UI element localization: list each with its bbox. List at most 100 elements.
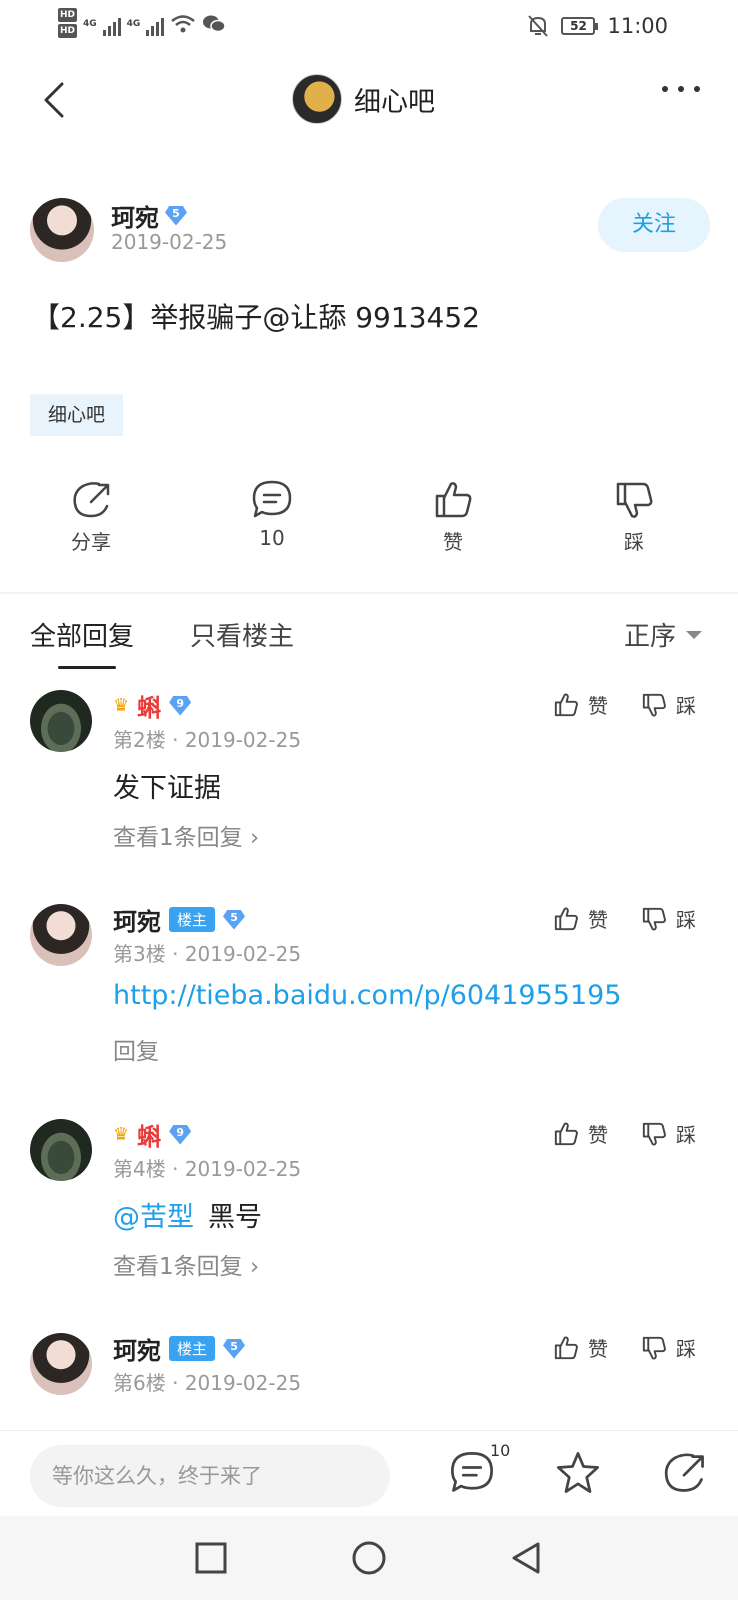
chevron-right-icon: › bbox=[249, 1254, 260, 1280]
system-nav-bar bbox=[0, 1516, 738, 1600]
chevron-right-icon: › bbox=[249, 825, 260, 851]
reply-like-button[interactable]: 赞 bbox=[552, 904, 608, 933]
dislike-button[interactable]: 踩 bbox=[589, 478, 679, 555]
reply-dislike-button[interactable]: 踩 bbox=[640, 1333, 696, 1362]
post-action-bar: 分享 10 赞 踩 bbox=[0, 478, 738, 558]
reply-name-row[interactable]: 珂宛 楼主 5 bbox=[113, 1331, 246, 1366]
post-date: 2019-02-25 bbox=[111, 230, 228, 254]
reply-avatar[interactable] bbox=[30, 1119, 92, 1181]
reply-dislike-label: 踩 bbox=[676, 1123, 696, 1147]
reply-avatar[interactable] bbox=[30, 904, 92, 966]
forum-avatar bbox=[292, 74, 342, 124]
share-icon[interactable] bbox=[660, 1449, 708, 1497]
reply-like-button[interactable]: 赞 bbox=[552, 690, 608, 719]
reply-dislike-label: 踩 bbox=[676, 1337, 696, 1361]
reply-like-label: 赞 bbox=[588, 694, 608, 718]
thumbs-up-icon bbox=[554, 1336, 578, 1359]
author-avatar[interactable] bbox=[30, 198, 94, 262]
hd2-label: HD bbox=[58, 24, 78, 38]
section-divider bbox=[0, 592, 738, 594]
back-triangle-icon[interactable] bbox=[506, 1538, 546, 1578]
sub-reply-label: 查看1条回复 bbox=[113, 825, 243, 851]
more-options-icon[interactable] bbox=[662, 86, 700, 92]
follow-button[interactable]: 关注 bbox=[598, 198, 710, 252]
comment-button[interactable]: 10 bbox=[227, 478, 317, 550]
reply-like-button[interactable]: 赞 bbox=[552, 1333, 608, 1362]
reply-item: 珂宛 楼主 5 第3楼 · 2019-02-25 http://tieba.ba… bbox=[30, 902, 710, 1082]
reply-meta: 第2楼 · 2019-02-25 bbox=[113, 728, 302, 752]
reply-link[interactable]: http://tieba.baidu.com/p/6041955195 bbox=[113, 980, 621, 1011]
comment-icon bbox=[252, 480, 292, 518]
view-sub-replies-link[interactable]: 查看1条回复 › bbox=[113, 818, 259, 852]
reply-like-button[interactable]: 赞 bbox=[552, 1119, 608, 1148]
home-circle-icon[interactable] bbox=[349, 1538, 389, 1578]
share-label: 分享 bbox=[71, 530, 111, 554]
bottom-reply-bar: 10 bbox=[0, 1430, 738, 1516]
reply-input[interactable] bbox=[30, 1445, 390, 1507]
recents-square-icon[interactable] bbox=[191, 1538, 231, 1578]
crown-icon: ♛ bbox=[113, 1124, 130, 1145]
level-diamond-icon: 9 bbox=[169, 695, 192, 716]
mention-link[interactable]: @苦型 bbox=[113, 1202, 194, 1233]
thumbs-up-icon bbox=[554, 907, 578, 930]
reply-item: ♛ 蝌 9 第2楼 · 2019-02-25 发下证据 查看1条回复 › 赞 踩 bbox=[30, 688, 710, 868]
wifi-icon bbox=[171, 15, 196, 33]
reply-action-link[interactable]: 回复 bbox=[113, 1032, 159, 1066]
sort-dropdown[interactable]: 正序 bbox=[624, 616, 702, 653]
author-name: 珂宛 bbox=[111, 204, 159, 232]
reply-floor: 第6楼 bbox=[113, 1371, 166, 1395]
like-label: 赞 bbox=[443, 530, 463, 554]
wechat-icon bbox=[203, 15, 227, 33]
hd-indicator: HD HD bbox=[58, 8, 78, 40]
sort-label: 正序 bbox=[623, 622, 676, 652]
reply-dislike-button[interactable]: 踩 bbox=[640, 1119, 696, 1148]
reply-item: ♛ 蝌 9 第4楼 · 2019-02-25 @苦型 黑号 查看1条回复 › 赞 … bbox=[30, 1117, 710, 1297]
reply-date: 2019-02-25 bbox=[184, 728, 302, 752]
reply-avatar[interactable] bbox=[30, 1333, 92, 1395]
comment-count: 10 bbox=[259, 526, 285, 550]
comment-count-badge: 10 bbox=[490, 1441, 511, 1460]
forum-title: 细心吧 bbox=[354, 86, 435, 118]
network-type-1: 4G bbox=[83, 19, 97, 29]
reply-dislike-label: 踩 bbox=[676, 694, 696, 718]
share-button[interactable]: 分享 bbox=[46, 478, 136, 555]
reply-author: 蝌 bbox=[137, 694, 162, 722]
reply-author: 珂宛 bbox=[113, 908, 161, 936]
reply-name-row[interactable]: ♛ 蝌 9 bbox=[113, 1117, 192, 1152]
comment-icon[interactable] bbox=[448, 1449, 496, 1497]
like-button[interactable]: 赞 bbox=[408, 478, 498, 555]
level-diamond-icon: 5 bbox=[223, 909, 246, 930]
reply-floor: 第3楼 bbox=[113, 942, 166, 966]
forum-header[interactable]: 细心吧 bbox=[292, 74, 435, 124]
reply-content: 发下证据 bbox=[113, 773, 221, 804]
reply-name-row[interactable]: 珂宛 楼主 5 bbox=[113, 902, 246, 937]
post-author-header: 珂宛 5 2019-02-25 关注 bbox=[30, 196, 710, 266]
dislike-label: 踩 bbox=[624, 530, 644, 554]
network-type-2: 4G bbox=[126, 19, 141, 29]
mute-bell-icon bbox=[528, 15, 549, 37]
top-nav-bar: 细心吧 bbox=[0, 66, 738, 132]
thumbs-up-icon bbox=[435, 482, 472, 518]
reply-dislike-button[interactable]: 踩 bbox=[640, 690, 696, 719]
reply-dislike-button[interactable]: 踩 bbox=[640, 904, 696, 933]
signal-icon bbox=[102, 12, 121, 36]
thumbs-up-icon bbox=[554, 1122, 578, 1145]
tab-active-indicator bbox=[58, 666, 116, 669]
star-icon[interactable] bbox=[554, 1449, 602, 1497]
tab-owner-only[interactable]: 只看楼主 bbox=[190, 616, 294, 653]
clock: 11:00 bbox=[607, 14, 668, 38]
level-diamond-icon: 5 bbox=[223, 1338, 246, 1359]
forum-tag[interactable]: 细心吧 bbox=[30, 394, 124, 436]
reply-avatar[interactable] bbox=[30, 690, 92, 752]
author-name-row[interactable]: 珂宛 5 bbox=[111, 198, 187, 233]
view-sub-replies-link[interactable]: 查看1条回复 › bbox=[113, 1247, 259, 1281]
tab-all-replies[interactable]: 全部回复 bbox=[30, 616, 134, 653]
sub-reply-label: 查看1条回复 bbox=[113, 1254, 243, 1280]
reply-author: 蝌 bbox=[137, 1123, 162, 1151]
crown-icon: ♛ bbox=[113, 695, 130, 716]
back-arrow-icon[interactable] bbox=[40, 80, 70, 120]
status-right: 52 11:00 bbox=[527, 14, 668, 38]
reply-name-row[interactable]: ♛ 蝌 9 bbox=[113, 688, 192, 723]
reply-meta: 第4楼 · 2019-02-25 bbox=[113, 1157, 302, 1181]
reply-like-label: 赞 bbox=[588, 1123, 608, 1147]
